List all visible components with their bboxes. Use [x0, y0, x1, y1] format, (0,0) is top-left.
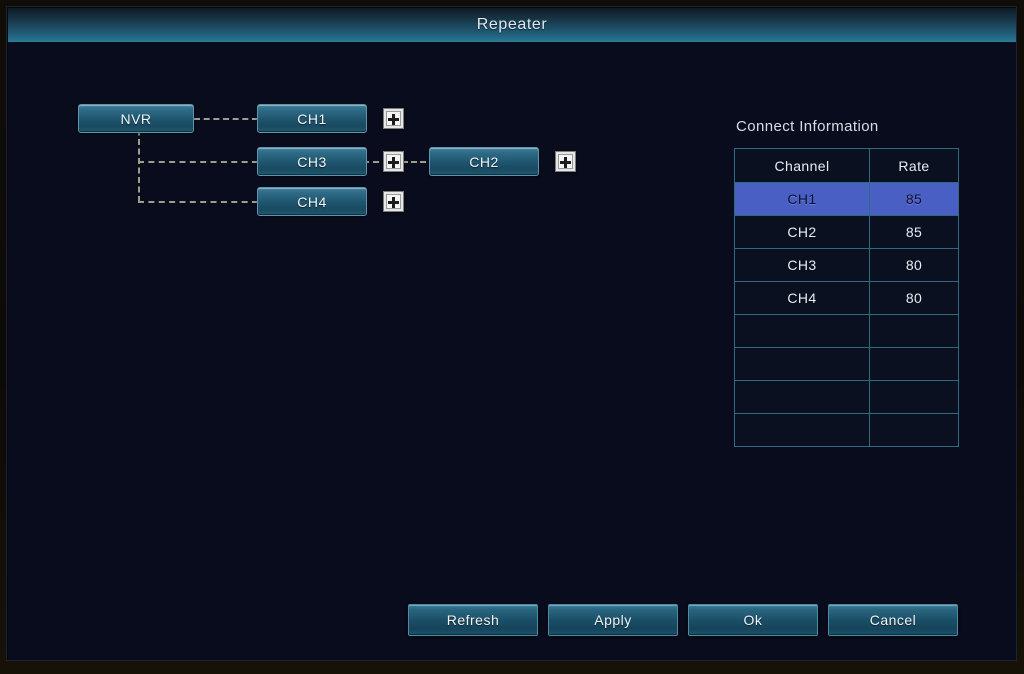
- ok-button[interactable]: Ok: [688, 604, 818, 636]
- connector-trunk-to-ch4: [138, 201, 258, 203]
- plus-icon-vertical-bar: [392, 157, 395, 168]
- tree-node-ch1-label: CH1: [297, 110, 327, 127]
- screen: Repeater NVR CH1 CH3 CH2 CH4 Connect Inf…: [0, 0, 1024, 674]
- plus-icon-ch4[interactable]: [383, 191, 404, 212]
- refresh-button-label: Refresh: [446, 612, 500, 628]
- connector-nvr-to-ch1: [194, 118, 258, 120]
- tree-node-ch3-label: CH3: [297, 153, 327, 170]
- plus-icon-vertical-bar: [392, 114, 395, 125]
- plus-icon-vertical-bar: [564, 157, 567, 168]
- cell-channel: CH4: [734, 281, 870, 315]
- tree-node-ch2-label: CH2: [469, 153, 499, 170]
- cancel-button-label: Cancel: [869, 612, 917, 628]
- cell-channel: CH2: [734, 215, 870, 249]
- cell-rate: [869, 413, 959, 447]
- ok-button-label: Ok: [743, 612, 763, 628]
- refresh-button[interactable]: Refresh: [408, 604, 538, 636]
- plus-icon-ch2[interactable]: [555, 151, 576, 172]
- tree-node-ch3[interactable]: CH3: [257, 147, 367, 176]
- dialog-title: Repeater: [476, 16, 548, 33]
- cell-rate: [869, 314, 959, 348]
- cell-rate: 80: [869, 248, 959, 282]
- table-header-row: Channel Rate: [734, 148, 959, 183]
- table-row[interactable]: CH4 80: [734, 281, 959, 315]
- column-header-rate: Rate: [869, 148, 959, 183]
- connector-plus-to-ch2: [402, 161, 426, 163]
- cell-rate: [869, 347, 959, 381]
- cell-rate: 85: [869, 182, 959, 216]
- repeater-dialog: Repeater NVR CH1 CH3 CH2 CH4 Connect Inf…: [6, 6, 1017, 661]
- column-header-channel: Channel: [734, 148, 870, 183]
- tree-node-nvr-label: NVR: [120, 110, 152, 127]
- table-row[interactable]: [734, 413, 959, 447]
- apply-button[interactable]: Apply: [548, 604, 678, 636]
- table-row[interactable]: [734, 380, 959, 414]
- cell-channel: [734, 380, 870, 414]
- dialog-footer: Refresh Apply Ok Cancel: [8, 604, 1016, 638]
- cell-channel: [734, 314, 870, 348]
- table-row[interactable]: [734, 314, 959, 348]
- cell-channel: CH3: [734, 248, 870, 282]
- cell-channel: CH1: [734, 182, 870, 216]
- connect-information-rows: CH1 85 CH2 85 CH3 80 CH4 80: [734, 182, 959, 447]
- tree-node-nvr[interactable]: NVR: [78, 104, 194, 133]
- plus-icon-ch3[interactable]: [383, 151, 404, 172]
- cell-channel: [734, 347, 870, 381]
- tree-node-ch4[interactable]: CH4: [257, 187, 367, 216]
- connector-trunk-to-ch3: [138, 161, 258, 163]
- dialog-titlebar: Repeater: [8, 8, 1016, 43]
- table-row[interactable]: [734, 347, 959, 381]
- cell-rate: 80: [869, 281, 959, 315]
- cancel-button[interactable]: Cancel: [828, 604, 958, 636]
- connect-information-table: Channel Rate CH1 85 CH2 85 CH3 80 CH4 80: [734, 148, 959, 447]
- connect-information-panel: Connect Information Channel Rate CH1 85 CH…: [734, 118, 964, 447]
- table-row[interactable]: CH1 85: [734, 182, 959, 216]
- tree-node-ch2[interactable]: CH2: [429, 147, 539, 176]
- repeater-tree-diagram: NVR CH1 CH3 CH2 CH4: [8, 44, 648, 244]
- plus-icon-vertical-bar: [392, 197, 395, 208]
- dialog-body: NVR CH1 CH3 CH2 CH4 Connect Information …: [8, 44, 1016, 660]
- table-row[interactable]: CH3 80: [734, 248, 959, 282]
- plus-icon-ch1[interactable]: [383, 108, 404, 129]
- apply-button-label: Apply: [594, 612, 632, 628]
- cell-rate: [869, 380, 959, 414]
- tree-node-ch4-label: CH4: [297, 193, 327, 210]
- cell-rate: 85: [869, 215, 959, 249]
- connect-information-title: Connect Information: [736, 118, 879, 135]
- cell-channel: [734, 413, 870, 447]
- tree-node-ch1[interactable]: CH1: [257, 104, 367, 133]
- table-row[interactable]: CH2 85: [734, 215, 959, 249]
